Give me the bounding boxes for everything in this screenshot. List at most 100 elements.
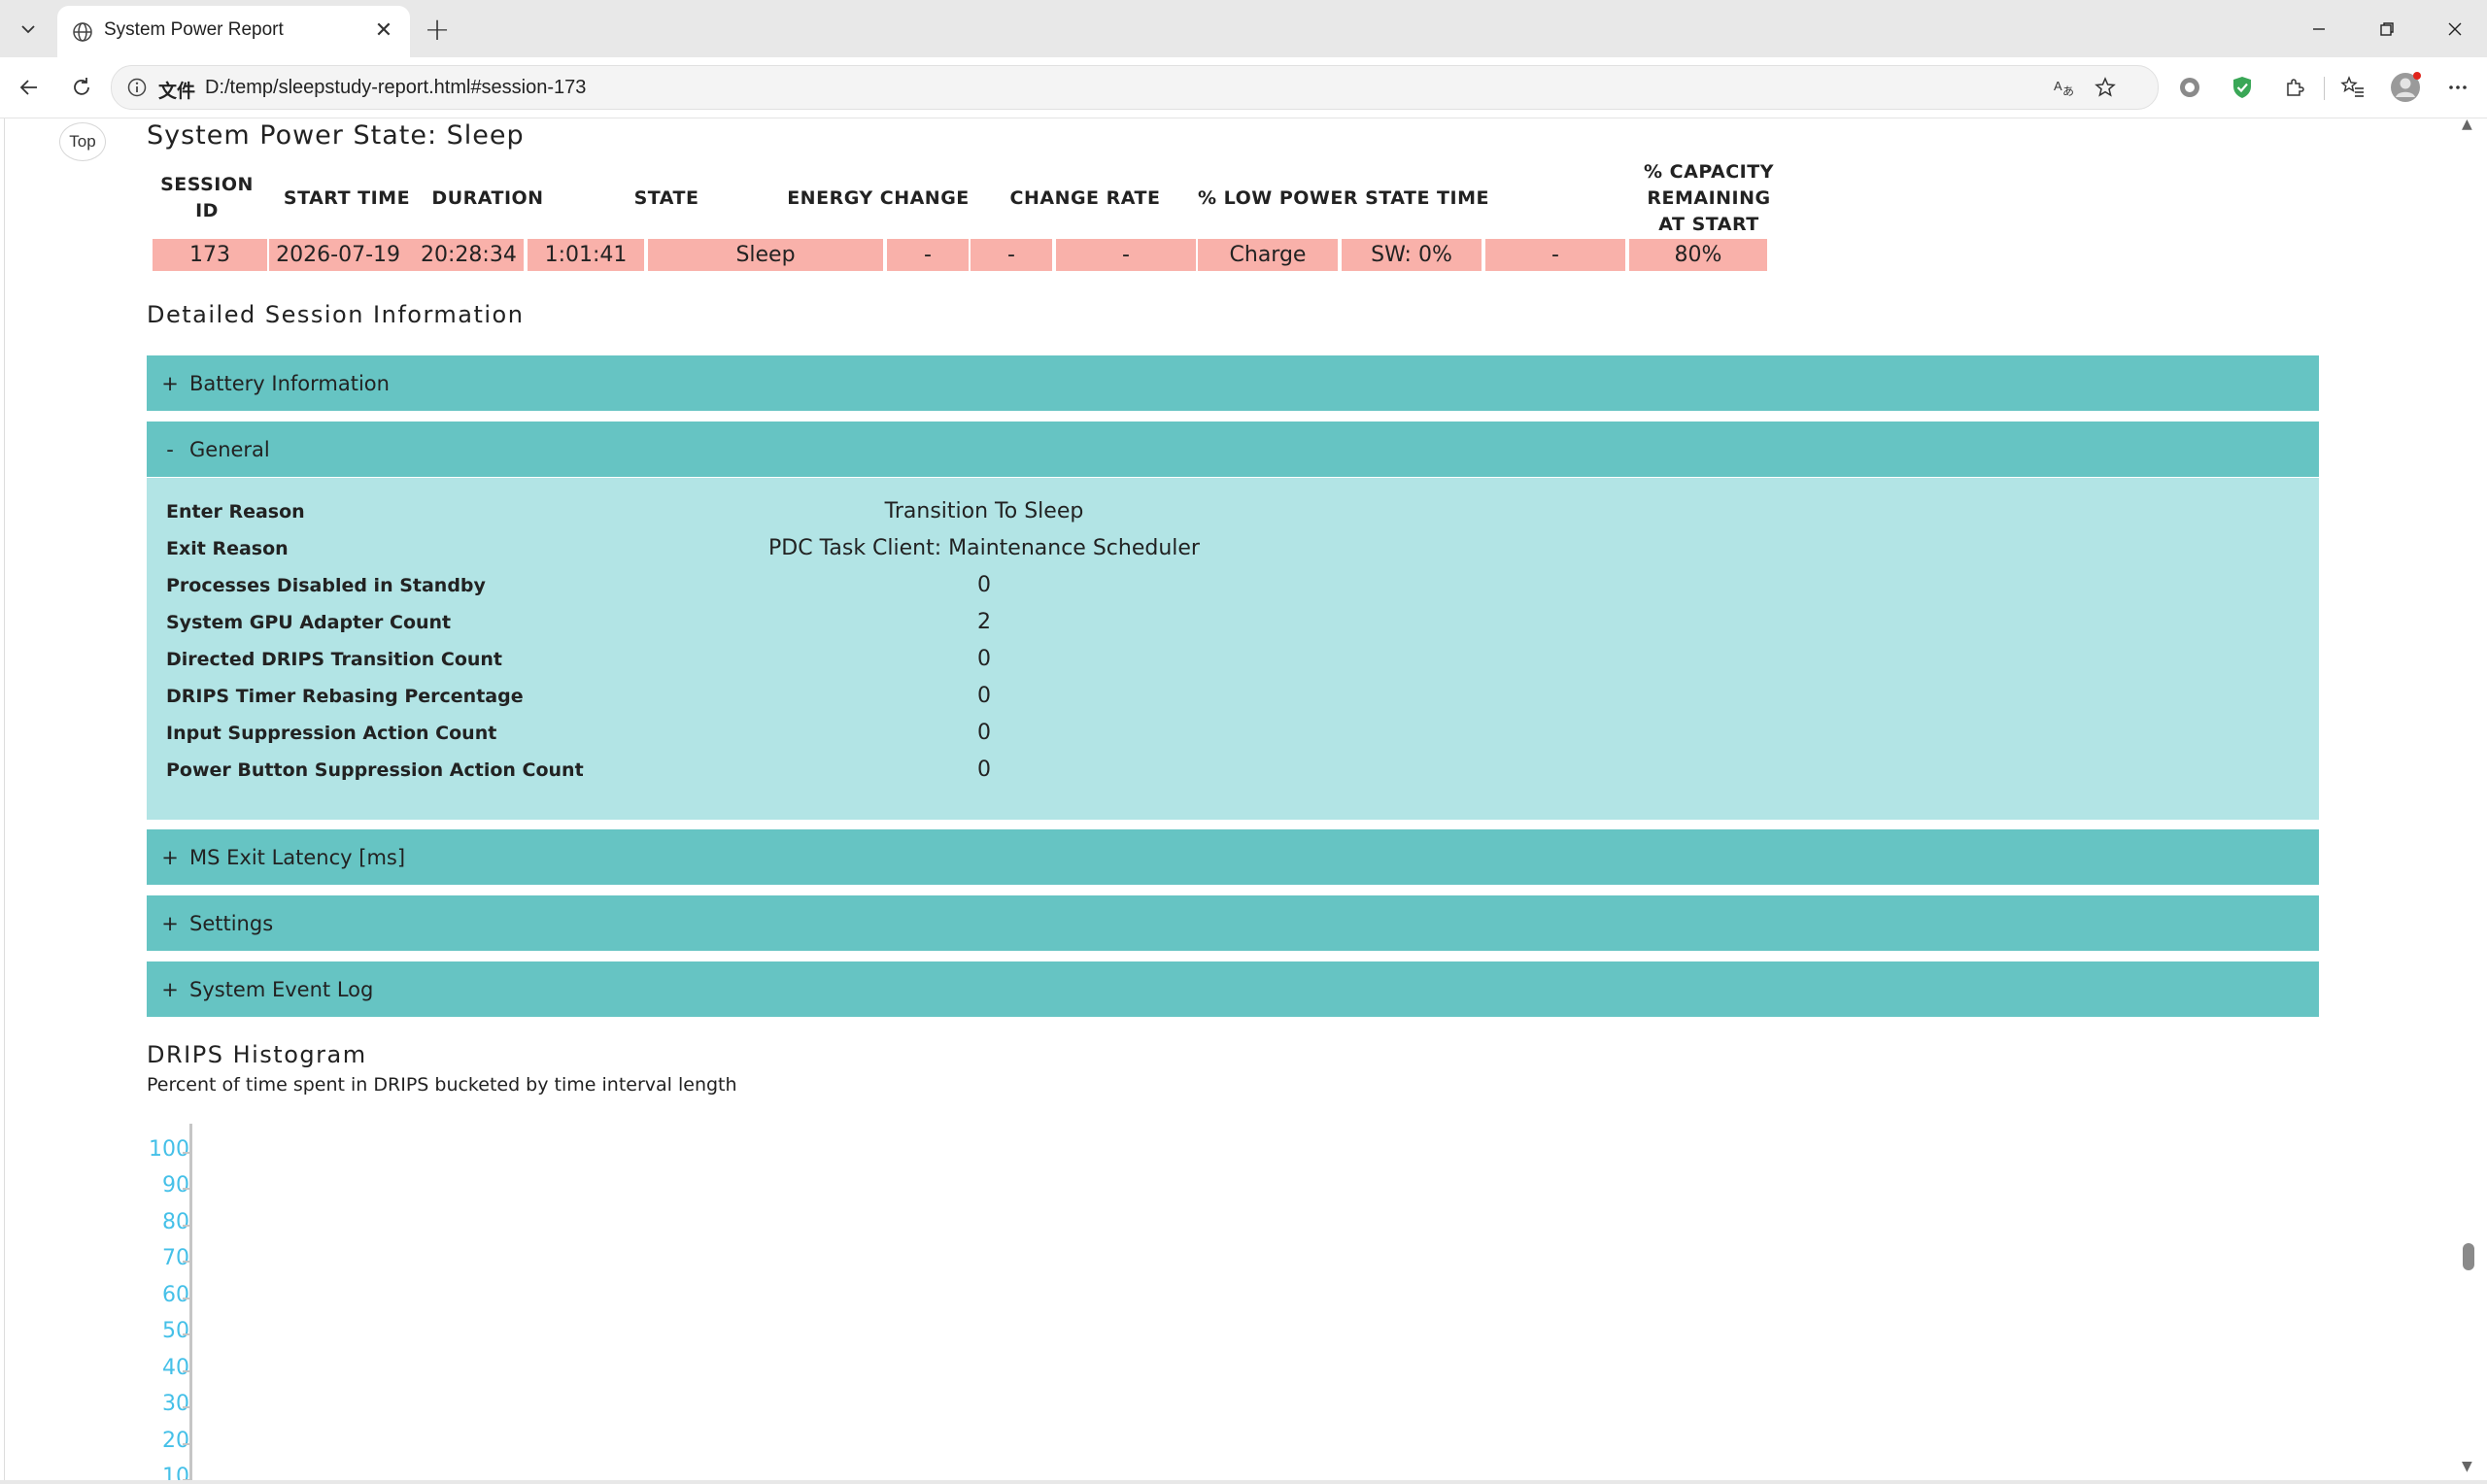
close-tab-icon[interactable]: ✕ bbox=[369, 16, 398, 45]
url-scheme-label: 文件 bbox=[158, 82, 196, 102]
cell-session-id: 173 bbox=[153, 239, 267, 271]
accordion-label: Battery Information bbox=[189, 371, 390, 395]
kv-value: 0 bbox=[977, 647, 991, 671]
extensions-puzzle-icon[interactable] bbox=[2277, 70, 2312, 105]
y-axis-tick bbox=[183, 1298, 192, 1299]
cell-low-power-sw: SW: 0% bbox=[1342, 239, 1482, 271]
accordion-settings[interactable]: + Settings bbox=[147, 895, 2319, 951]
header-session-id: SESSION ID bbox=[160, 174, 254, 221]
window-bottom-edge bbox=[0, 1480, 2487, 1484]
favorite-star-icon[interactable] bbox=[2092, 74, 2119, 101]
y-axis-label: 100 bbox=[149, 1137, 189, 1162]
histogram-subtitle: Percent of time spent in DRIPS bucketed … bbox=[147, 1074, 737, 1096]
extension-circle-icon[interactable] bbox=[2172, 70, 2207, 105]
kv-key: System GPU Adapter Count bbox=[166, 612, 452, 633]
globe-icon bbox=[71, 20, 94, 44]
general-details-panel: Enter Reason Transition To Sleep Exit Re… bbox=[147, 478, 2319, 820]
cell-energy-change-2: - bbox=[971, 239, 1052, 271]
y-axis-tick bbox=[183, 1261, 192, 1263]
svg-text:あ: あ bbox=[2062, 84, 2074, 98]
accordion-system-event-log[interactable]: + System Event Log bbox=[147, 961, 2319, 1017]
back-arrow-icon[interactable] bbox=[12, 70, 47, 105]
kv-key: Input Suppression Action Count bbox=[166, 723, 497, 744]
accordion-label: Settings bbox=[189, 911, 274, 935]
browser-tab[interactable]: System Power Report ✕ bbox=[57, 6, 410, 57]
kv-value: 0 bbox=[977, 721, 991, 745]
y-axis-label: 40 bbox=[162, 1356, 189, 1380]
kv-key: DRIPS Timer Rebasing Percentage bbox=[166, 686, 524, 707]
header-state: STATE bbox=[633, 186, 699, 209]
header-change-rate: CHANGE RATE bbox=[1009, 186, 1161, 209]
header-start-time: START TIME bbox=[283, 186, 411, 209]
header-capacity-remaining: % CAPACITY REMAINING AT START bbox=[1644, 160, 1774, 235]
kv-key: Exit Reason bbox=[166, 538, 289, 559]
accordion-general[interactable]: - General bbox=[147, 422, 2319, 477]
scroll-down-arrow-icon[interactable]: ▼ bbox=[2462, 1459, 2472, 1474]
y-axis-label: 60 bbox=[162, 1283, 189, 1307]
favorites-icon[interactable] bbox=[2335, 70, 2370, 105]
cell-low-power-hw: - bbox=[1485, 239, 1625, 271]
cell-start-time: 2026-07-19 20:28:34 bbox=[269, 239, 524, 271]
y-axis-label: 90 bbox=[162, 1173, 189, 1197]
y-axis-label: 20 bbox=[162, 1429, 189, 1453]
scroll-up-arrow-icon[interactable]: ▲ bbox=[2462, 117, 2472, 132]
y-axis-label: 10 bbox=[162, 1465, 189, 1480]
kv-key: Enter Reason bbox=[166, 501, 305, 523]
close-window-button[interactable] bbox=[2421, 0, 2487, 57]
address-bar[interactable]: 文件 D:/temp/sleepstudy-report.html#sessio… bbox=[111, 65, 2159, 110]
kv-value: 0 bbox=[977, 758, 991, 782]
kv-key: Processes Disabled in Standby bbox=[166, 575, 486, 596]
accordion-battery-information[interactable]: + Battery Information bbox=[147, 355, 2319, 411]
cell-capacity-remaining: 80% bbox=[1629, 239, 1767, 271]
details-title: Detailed Session Information bbox=[147, 301, 525, 328]
header-duration: DURATION bbox=[431, 186, 544, 209]
y-axis-label: 50 bbox=[162, 1319, 189, 1343]
cell-energy-change-1: - bbox=[887, 239, 969, 271]
page-scrollbar[interactable]: ▲ ▼ bbox=[2458, 117, 2479, 1480]
expand-icon: + bbox=[161, 977, 179, 1001]
expand-icon: + bbox=[161, 371, 179, 395]
y-axis-label: 70 bbox=[162, 1246, 189, 1270]
y-axis-tick bbox=[183, 1370, 192, 1372]
tab-bar: System Power Report ✕ + bbox=[0, 0, 2487, 57]
page-title: System Power State: Sleep bbox=[147, 120, 525, 151]
kv-value: PDC Task Client: Maintenance Scheduler bbox=[768, 536, 1200, 560]
accordion-label: General bbox=[189, 437, 270, 461]
y-axis-label: 80 bbox=[162, 1210, 189, 1234]
page-viewport: Top System Power State: Sleep SESSION ID… bbox=[4, 118, 2470, 1480]
minimize-button[interactable] bbox=[2285, 0, 2353, 57]
header-energy-change: ENERGY CHANGE bbox=[787, 186, 970, 209]
svg-text:A: A bbox=[2054, 79, 2062, 93]
histogram-y-axis bbox=[189, 1124, 192, 1480]
accordion-label: MS Exit Latency [ms] bbox=[189, 845, 406, 869]
accordion-ms-exit-latency[interactable]: + MS Exit Latency [ms] bbox=[147, 829, 2319, 885]
shield-icon[interactable] bbox=[2225, 70, 2260, 105]
profile-avatar[interactable] bbox=[2388, 70, 2423, 105]
y-axis-label: 30 bbox=[162, 1392, 189, 1416]
site-info-icon[interactable] bbox=[125, 76, 149, 99]
kv-value: 0 bbox=[977, 684, 991, 708]
top-button[interactable]: Top bbox=[59, 122, 106, 161]
accordion-label: System Event Log bbox=[189, 977, 374, 1001]
collapse-icon: - bbox=[166, 437, 174, 461]
url-text[interactable]: D:/temp/sleepstudy-report.html#session-1… bbox=[205, 77, 586, 99]
kv-key: Directed DRIPS Transition Count bbox=[166, 649, 503, 670]
y-axis-tick bbox=[183, 1443, 192, 1445]
tab-actions-chevron-icon[interactable] bbox=[10, 11, 47, 48]
y-axis-tick bbox=[183, 1333, 192, 1335]
kv-key: Power Button Suppression Action Count bbox=[166, 759, 584, 781]
expand-icon: + bbox=[161, 845, 179, 869]
cell-state: Sleep bbox=[648, 239, 883, 271]
refresh-icon[interactable] bbox=[64, 70, 99, 105]
cell-duration: 1:01:41 bbox=[528, 239, 644, 271]
cell-change-rate: - bbox=[1056, 239, 1196, 271]
y-axis-tick bbox=[183, 1188, 192, 1190]
tab-title: System Power Report bbox=[104, 19, 284, 40]
read-aloud-translate-icon[interactable]: Aあ bbox=[2051, 74, 2078, 101]
kv-value: 2 bbox=[977, 610, 991, 634]
new-tab-button[interactable]: + bbox=[420, 11, 455, 48]
more-options-icon[interactable] bbox=[2440, 70, 2475, 105]
scroll-thumb[interactable] bbox=[2463, 1243, 2474, 1270]
restore-button[interactable] bbox=[2353, 0, 2421, 57]
histogram-title: DRIPS Histogram bbox=[147, 1041, 367, 1068]
